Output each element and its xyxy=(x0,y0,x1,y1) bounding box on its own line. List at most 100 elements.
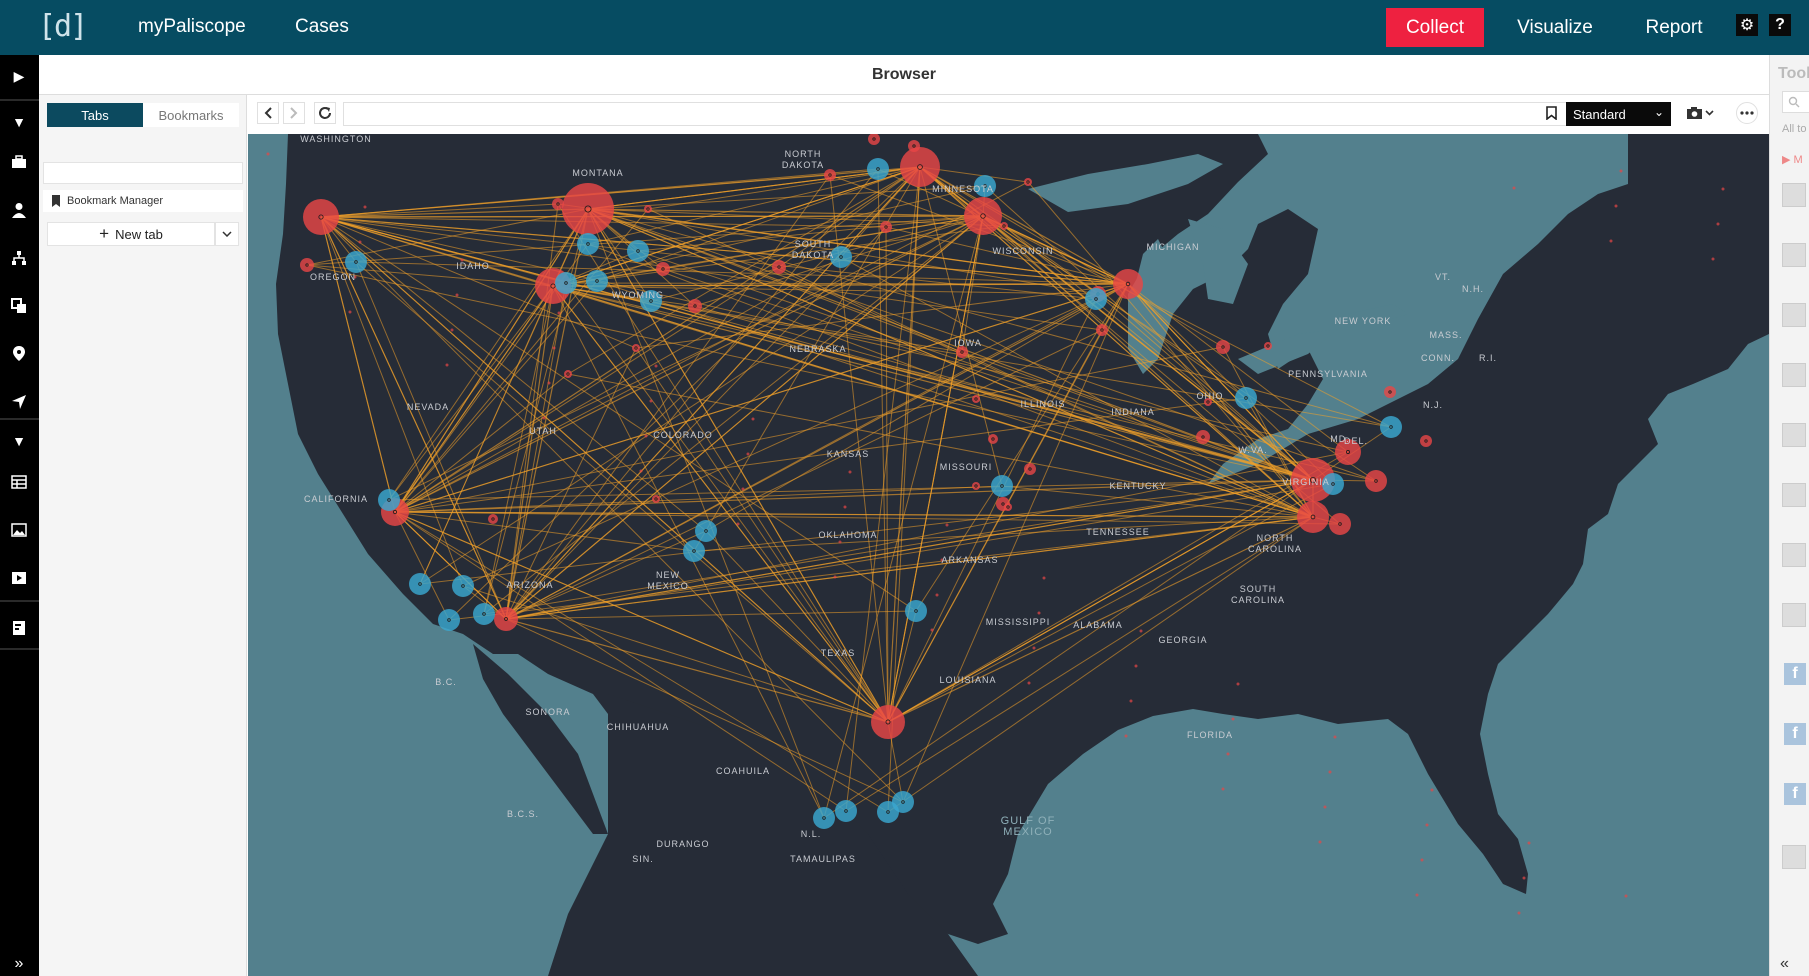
red-hub-node[interactable] xyxy=(900,147,940,187)
blue-node[interactable] xyxy=(438,609,460,631)
blue-node[interactable] xyxy=(1235,387,1257,409)
chevron-down-icon[interactable]: ▼ xyxy=(8,430,30,452)
red-node[interactable] xyxy=(1096,324,1108,336)
red-node[interactable] xyxy=(1000,222,1008,230)
briefcase-icon[interactable] xyxy=(8,151,30,173)
view-mode-select[interactable]: Standard ⌄ xyxy=(1566,102,1671,126)
blue-node[interactable] xyxy=(695,520,717,542)
red-node[interactable] xyxy=(564,370,572,378)
map-view[interactable]: WASHINGTON MONTANA NORTH DAKOTA MINNESOTA SOU… xyxy=(248,134,1769,976)
blue-node[interactable] xyxy=(835,800,857,822)
red-hub-node[interactable] xyxy=(871,705,905,739)
blue-node[interactable] xyxy=(813,807,835,829)
blue-node[interactable] xyxy=(1085,288,1107,310)
blue-node[interactable] xyxy=(586,270,608,292)
collect-button[interactable]: Collect xyxy=(1386,8,1484,47)
red-node[interactable] xyxy=(972,482,980,490)
reload-icon[interactable] xyxy=(314,102,336,124)
tool-item[interactable] xyxy=(1782,423,1806,447)
url-input[interactable] xyxy=(343,102,1593,126)
blue-node[interactable] xyxy=(345,251,367,273)
red-node[interactable] xyxy=(824,169,836,181)
document-icon[interactable] xyxy=(8,617,30,639)
chevron-right-icon[interactable]: ▶ xyxy=(8,65,30,87)
red-hub-node[interactable] xyxy=(1297,501,1329,533)
facebook-icon[interactable]: f xyxy=(1784,783,1806,805)
red-node[interactable] xyxy=(1004,503,1012,511)
help-icon[interactable]: ? xyxy=(1769,14,1791,36)
network-icon[interactable] xyxy=(8,247,30,269)
red-node[interactable] xyxy=(1024,178,1032,186)
expand-icon[interactable]: » xyxy=(8,953,30,975)
tools-section-marker[interactable]: ▶ M xyxy=(1782,153,1803,166)
tab-bookmarks[interactable]: Bookmarks xyxy=(143,103,239,127)
visualize-button[interactable]: Visualize xyxy=(1505,8,1605,47)
settings-gear-icon[interactable]: ⚙ xyxy=(1736,14,1758,36)
red-hub-node[interactable] xyxy=(964,197,1002,235)
red-node[interactable] xyxy=(1216,340,1230,354)
red-node[interactable] xyxy=(688,299,702,313)
tools-search-input[interactable] xyxy=(1782,91,1809,113)
facebook-icon[interactable]: f xyxy=(1784,663,1806,685)
new-tab-button[interactable]: + New tab xyxy=(47,222,215,246)
red-node[interactable] xyxy=(988,434,998,444)
app-logo[interactable]: [d] xyxy=(38,10,88,46)
red-node[interactable] xyxy=(644,205,652,213)
blue-node[interactable] xyxy=(867,158,889,180)
red-hub-node[interactable] xyxy=(494,607,518,631)
red-node[interactable] xyxy=(1024,463,1036,475)
red-node[interactable] xyxy=(972,395,980,403)
blue-node[interactable] xyxy=(1380,416,1402,438)
collapse-icon[interactable]: « xyxy=(1780,955,1789,973)
blue-node[interactable] xyxy=(877,801,899,823)
red-node[interactable] xyxy=(632,344,640,352)
red-node[interactable] xyxy=(488,514,498,524)
red-hub-node[interactable] xyxy=(1329,513,1351,535)
nav-mypaliscope[interactable]: myPaliscope xyxy=(138,16,246,38)
person-icon[interactable] xyxy=(8,199,30,221)
red-node[interactable] xyxy=(772,260,786,274)
red-hub-node[interactable] xyxy=(562,183,614,235)
bookmark-manager-item[interactable]: Bookmark Manager xyxy=(43,190,243,212)
blue-node[interactable] xyxy=(409,573,431,595)
red-node[interactable] xyxy=(656,262,670,276)
blue-node[interactable] xyxy=(378,489,400,511)
blue-node[interactable] xyxy=(555,272,577,294)
blue-node[interactable] xyxy=(991,475,1013,497)
bookmark-page-icon[interactable] xyxy=(1540,102,1562,124)
red-node[interactable] xyxy=(880,221,892,233)
tool-item[interactable] xyxy=(1782,303,1806,327)
tool-item[interactable] xyxy=(1782,363,1806,387)
tool-item[interactable] xyxy=(1782,483,1806,507)
more-options-icon[interactable] xyxy=(1736,102,1758,124)
forward-arrow-icon[interactable] xyxy=(283,102,305,124)
new-tab-dropdown-chevron-icon[interactable] xyxy=(215,222,239,246)
tool-item[interactable] xyxy=(1782,183,1806,207)
tool-item[interactable] xyxy=(1782,543,1806,567)
video-icon[interactable] xyxy=(8,567,30,589)
red-hub-node[interactable] xyxy=(1365,470,1387,492)
tool-item[interactable] xyxy=(1782,603,1806,627)
image-icon[interactable] xyxy=(8,519,30,541)
red-hub-node[interactable] xyxy=(303,199,339,235)
table-icon[interactable] xyxy=(8,471,30,493)
screenshot-camera-icon[interactable] xyxy=(1682,102,1718,124)
blue-node[interactable] xyxy=(452,575,474,597)
blue-node[interactable] xyxy=(473,603,495,625)
facebook-icon[interactable]: f xyxy=(1784,723,1806,745)
us-map-graph[interactable]: WASHINGTONMONTANANORTHDAKOTAMINNESOTASOU… xyxy=(248,134,1769,976)
tools-filter-label[interactable]: All to xyxy=(1782,123,1806,135)
tab-tabs[interactable]: Tabs xyxy=(47,103,143,127)
report-button[interactable]: Report xyxy=(1624,8,1724,47)
back-arrow-icon[interactable] xyxy=(257,102,279,124)
blue-node[interactable] xyxy=(905,600,927,622)
location-icon[interactable] xyxy=(8,343,30,365)
blue-node[interactable] xyxy=(683,540,705,562)
blue-node[interactable] xyxy=(577,233,599,255)
copy-icon[interactable] xyxy=(8,295,30,317)
tool-item[interactable] xyxy=(1782,243,1806,267)
red-node[interactable] xyxy=(1264,342,1272,350)
blue-node[interactable] xyxy=(627,240,649,262)
tab-search-field[interactable] xyxy=(43,162,243,184)
red-node[interactable] xyxy=(300,258,314,272)
